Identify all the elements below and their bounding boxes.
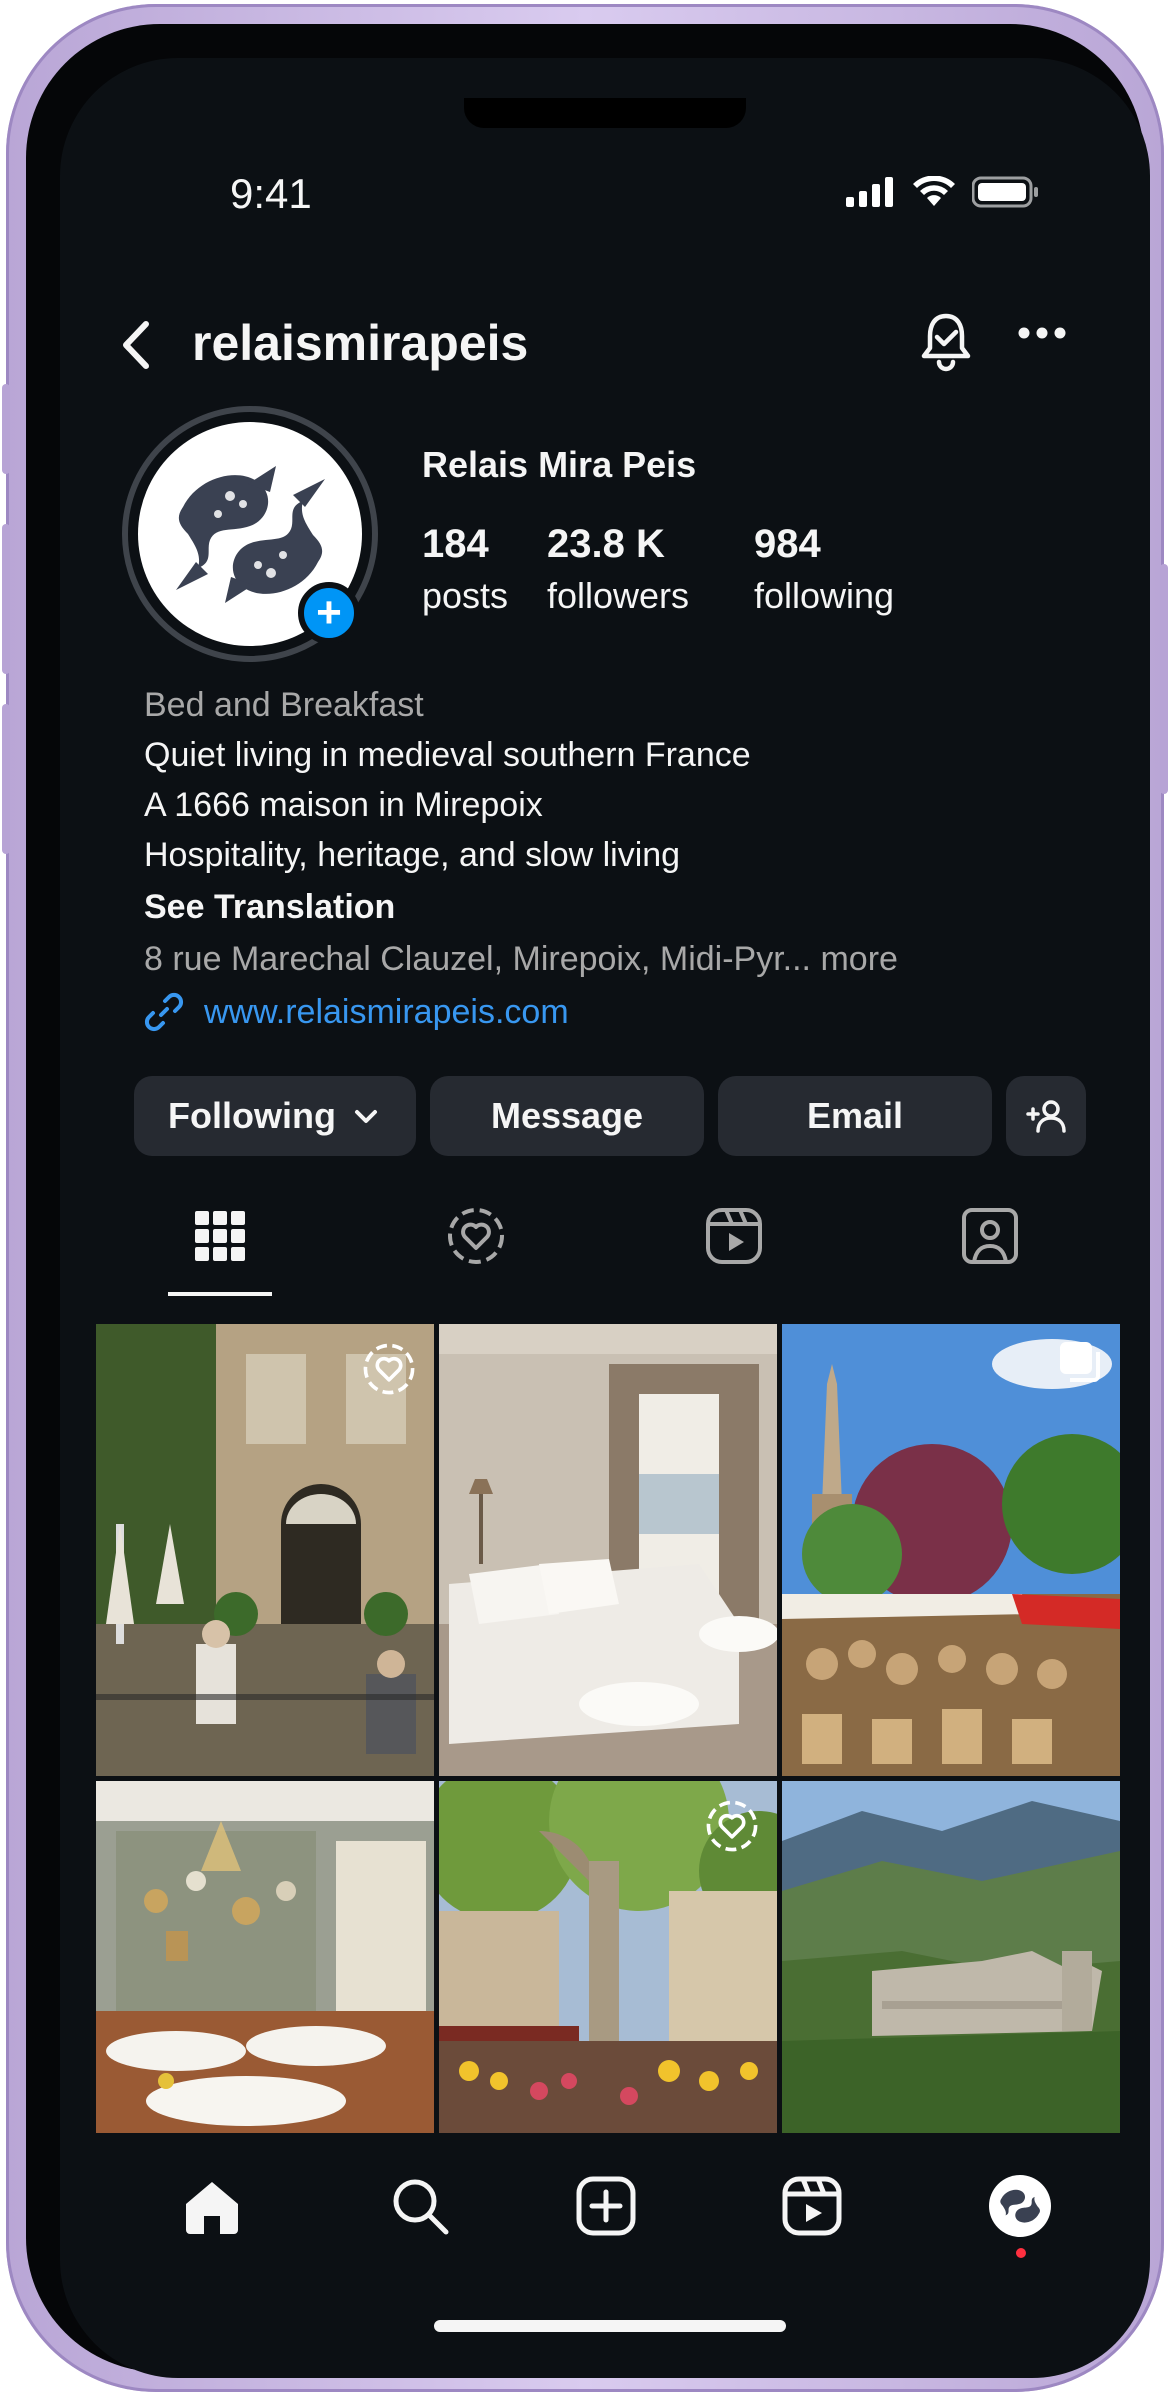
search-icon <box>393 2179 449 2235</box>
bio-line: Quiet living in medieval southern France <box>144 736 751 774</box>
active-tab-indicator <box>168 1292 272 1296</box>
phone-bezel: 9:41 relaismirapeis + Relais Mira Peis 1… <box>26 24 1150 2378</box>
post-castle-valley[interactable] <box>782 1781 1120 2133</box>
post-courtyard[interactable] <box>96 1324 434 1776</box>
stat-label: following <box>754 575 895 616</box>
volume-up-button <box>2 524 10 674</box>
add-story-plus-icon[interactable]: + <box>298 582 360 644</box>
profile-header: relaismirapeis <box>60 308 1150 378</box>
more-options-icon[interactable] <box>1018 326 1066 340</box>
grid-icon <box>195 1211 245 1261</box>
tab-tagged[interactable] <box>930 1186 1050 1286</box>
message-button[interactable]: Message <box>430 1076 704 1156</box>
back-arrow-icon[interactable] <box>118 320 154 370</box>
tab-favorites[interactable] <box>416 1186 536 1286</box>
bio-line: A 1666 maison in Mirepoix <box>144 786 543 824</box>
tagged-icon <box>962 1208 1018 1264</box>
dining-room-photo <box>96 1781 434 2133</box>
reels-icon <box>706 1208 762 1264</box>
favorites-icon <box>706 1800 758 1852</box>
create-post-icon <box>576 2176 636 2236</box>
home-icon <box>186 2182 238 2234</box>
nav-search[interactable] <box>380 2166 460 2246</box>
post-dining-room[interactable] <box>96 1781 434 2133</box>
post-bedroom[interactable] <box>439 1324 777 1776</box>
stat-label: followers <box>547 575 690 616</box>
add-person-icon <box>1026 1100 1066 1133</box>
phone-frame: 9:41 relaismirapeis + Relais Mira Peis 1… <box>2 4 1168 2392</box>
link-icon <box>144 992 184 1032</box>
koi-fish-logo <box>1000 2189 1040 2223</box>
profile-tabs <box>60 1186 1150 1296</box>
bio-address: 8 rue Marechal Clauzel, Mirepoix, Midi-P… <box>144 940 1124 979</box>
address-text: 8 rue Marechal Clauzel, Mirepoix, Midi-P… <box>144 940 812 978</box>
castle-valley-photo <box>782 1781 1120 2133</box>
stat-value: 184 <box>422 522 489 566</box>
nav-home[interactable] <box>172 2166 252 2246</box>
home-indicator[interactable] <box>434 2320 786 2332</box>
stat-following[interactable]: 984 following <box>754 522 894 617</box>
stat-followers[interactable]: 23.8 K followers <box>547 522 689 617</box>
stat-value: 984 <box>754 522 821 566</box>
post-flower-market[interactable] <box>439 1781 777 2133</box>
tab-grid[interactable] <box>160 1186 280 1286</box>
screen: 9:41 relaismirapeis + Relais Mira Peis 1… <box>60 58 1150 2378</box>
chevron-down-icon <box>354 1110 377 1123</box>
tab-reels[interactable] <box>674 1186 794 1286</box>
stat-posts[interactable]: 184 posts <box>422 522 508 617</box>
see-translation-link[interactable]: See Translation <box>144 888 1124 927</box>
dynamic-island <box>464 98 746 128</box>
nav-profile[interactable] <box>980 2166 1060 2258</box>
notifications-bell-icon[interactable] <box>918 310 974 372</box>
suggested-people-button[interactable] <box>1006 1076 1086 1156</box>
nav-reels[interactable] <box>772 2166 852 2246</box>
website-row[interactable]: www.relaismirapeis.com <box>144 992 1124 1032</box>
bedroom-photo <box>439 1324 777 1776</box>
bio-category: Bed and Breakfast <box>144 686 424 724</box>
volume-down-button <box>2 704 10 854</box>
email-button[interactable]: Email <box>718 1076 992 1156</box>
stat-label: posts <box>422 575 509 616</box>
stat-value: 23.8 K <box>547 522 665 566</box>
status-icons <box>846 176 1040 208</box>
power-button <box>1160 564 1168 794</box>
wifi-icon <box>913 176 955 206</box>
status-time: 9:41 <box>230 170 312 217</box>
battery-icon <box>972 176 1038 208</box>
post-market[interactable] <box>782 1324 1120 1776</box>
mute-switch <box>2 384 10 474</box>
profile-avatar-small <box>989 2175 1051 2237</box>
following-label: Following <box>168 1095 336 1136</box>
profile-username: relaismirapeis <box>192 315 529 371</box>
market-photo <box>782 1324 1120 1776</box>
nav-create[interactable] <box>566 2166 646 2246</box>
favorites-icon <box>363 1343 415 1395</box>
profile-display-name: Relais Mira Peis <box>422 444 697 485</box>
following-button[interactable]: Following <box>134 1076 416 1156</box>
bottom-navigation <box>60 2148 1150 2258</box>
reels-heart-icon <box>448 1208 504 1264</box>
notification-dot <box>1016 2248 1026 2258</box>
more-link[interactable]: more <box>820 940 897 978</box>
reels-icon <box>782 2176 842 2236</box>
bio-line: Hospitality, heritage, and slow living <box>144 836 681 874</box>
carousel-icon <box>1060 1342 1100 1382</box>
signal-icon <box>846 177 893 207</box>
website-link[interactable]: www.relaismirapeis.com <box>204 993 569 1032</box>
